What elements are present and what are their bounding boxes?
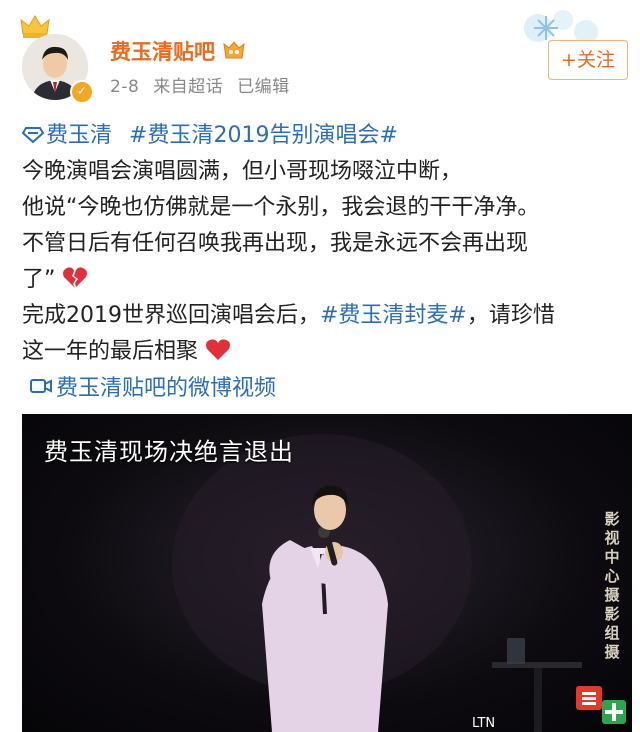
super-topic-link[interactable]: 费玉清	[21, 123, 119, 148]
post-text-fragment: 了”	[22, 267, 56, 292]
post-edited-label: 已编辑	[237, 77, 290, 97]
super-topic-diamond-icon	[21, 127, 45, 144]
post-text-line: 不管日后有任何召唤我再出现，我是永远不会再出现	[22, 231, 529, 256]
video-link[interactable]: 费玉清贴吧的微博视频	[30, 370, 276, 402]
username-link[interactable]: 费玉清贴吧	[110, 36, 215, 66]
broken-heart-emoji	[63, 267, 88, 288]
post-text-line-with-emoji: 了”	[22, 262, 632, 298]
post-date: 2-8	[110, 77, 140, 97]
username-row: 费玉清贴吧	[110, 36, 247, 66]
super-topic-label: 费玉清	[46, 123, 113, 148]
channel-logo-label: LTN	[472, 716, 496, 731]
topic-line: 费玉清 #费玉清2019告别演唱会#	[21, 118, 632, 154]
red-heart-emoji	[206, 339, 231, 360]
post-text-fragment: 完成2019世界巡回演唱会后，	[22, 303, 320, 328]
hashtag-link-retire-mic[interactable]: #费玉清封麦#	[320, 303, 467, 328]
follow-button[interactable]: +关注	[548, 40, 628, 80]
post-text-line: 他说“今晚也仿佛就是一个永别，我会退的干干净净。	[22, 195, 540, 220]
video-caption: 费玉清现场决绝言退出	[44, 438, 294, 466]
video-camera-icon	[30, 379, 52, 393]
vip-badge-icon	[223, 41, 245, 59]
post-text-line-with-topic: 完成2019世界巡回演唱会后，#费玉清封麦#，请珍惜	[22, 298, 632, 334]
post-text-line-with-emoji: 这一年的最后相聚	[22, 334, 632, 370]
video-watermark: 影视中心摄影组摄	[604, 510, 620, 661]
post-meta: 2-8 来自超话 已编辑	[110, 72, 298, 97]
video-link-label: 费玉清贴吧的微博视频	[56, 376, 277, 401]
post-text-fragment: 这一年的最后相聚	[22, 339, 199, 364]
verified-badge-icon: ✓	[70, 80, 94, 104]
post-text-fragment: ，请珍惜	[466, 303, 555, 328]
video-player[interactable]: 费玉清现场决绝言退出 影视中心摄影组摄 LTN	[22, 414, 632, 732]
hashtag-link-farewell-concert[interactable]: #费玉清2019告别演唱会#	[129, 123, 398, 148]
post-source[interactable]: 来自超话	[153, 77, 223, 97]
post-text-line: 今晚演唱会演唱圆满，但小哥现场啜泣中断，	[22, 159, 463, 184]
channel-logo-icon	[576, 686, 626, 724]
post-header: ✓ 费玉清贴吧 2-8 来自超话 已编辑 +关注	[0, 0, 640, 112]
post-body: 费玉清 #费玉清2019告别演唱会# 今晚演唱会演唱圆满，但小哥现场啜泣中断， …	[21, 118, 632, 370]
